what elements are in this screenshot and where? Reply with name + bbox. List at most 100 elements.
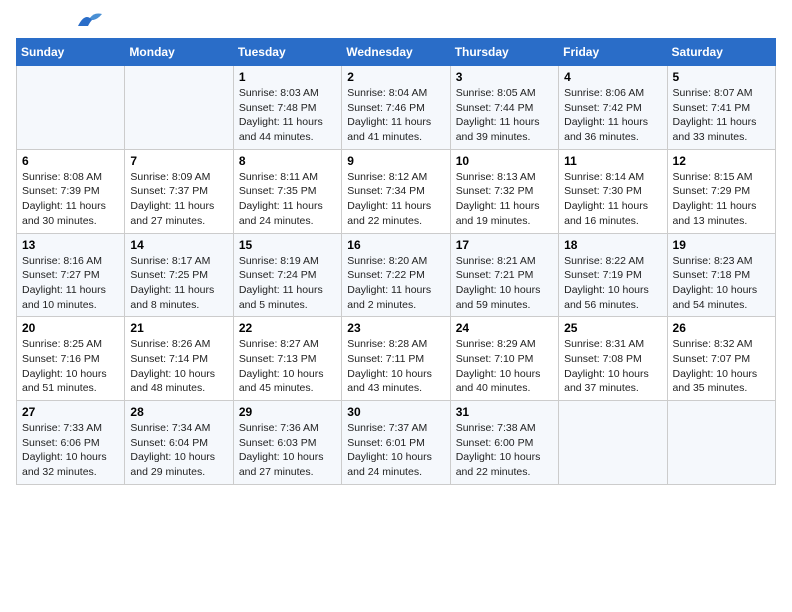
calendar-day-cell: 18 Sunrise: 8:22 AM Sunset: 7:19 PM Dayli… [559,233,667,317]
day-of-week-header: Saturday [667,39,775,66]
calendar-day-cell: 21Sunrise: 8:26 AM Sunset: 7:14 PM Dayli… [125,317,233,401]
day-number: 5 [673,70,770,84]
day-info: Sunrise: 8:31 AM Sunset: 7:08 PM Dayligh… [564,337,661,396]
day-info: Sunrise: 8:09 AM Sunset: 7:37 PM Dayligh… [130,170,227,229]
day-info: Sunrise: 8:23 AM Sunset: 7:18 PM Dayligh… [673,254,770,313]
day-of-week-header: Thursday [450,39,558,66]
day-number: 20 [22,321,119,335]
day-number: 16 [347,238,444,252]
calendar-day-cell: 20 Sunrise: 8:25 AM Sunset: 7:16 PM Dayli… [17,317,125,401]
day-number: 23 [347,321,444,335]
day-info: Sunrise: 8:17 AM Sunset: 7:25 PM Dayligh… [130,254,227,313]
day-info: Sunrise: 8:04 AM Sunset: 7:46 PM Dayligh… [347,86,444,145]
calendar-day-cell: 24Sunrise: 8:29 AM Sunset: 7:10 PM Dayli… [450,317,558,401]
day-of-week-header: Tuesday [233,39,341,66]
day-number: 19 [673,238,770,252]
day-number: 21 [130,321,227,335]
day-info: Sunrise: 7:33 AM Sunset: 6:06 PM Dayligh… [22,421,119,480]
calendar-day-cell: 15Sunrise: 8:19 AM Sunset: 7:24 PM Dayli… [233,233,341,317]
day-number: 8 [239,154,336,168]
day-info: Sunrise: 8:20 AM Sunset: 7:22 PM Dayligh… [347,254,444,313]
day-number: 17 [456,238,553,252]
calendar-day-cell [125,66,233,150]
calendar-day-cell: 14 Sunrise: 8:17 AM Sunset: 7:25 PM Dayli… [125,233,233,317]
day-number: 22 [239,321,336,335]
calendar-day-cell: 12Sunrise: 8:15 AM Sunset: 7:29 PM Dayli… [667,149,775,233]
day-number: 30 [347,405,444,419]
day-of-week-header: Sunday [17,39,125,66]
logo [16,16,104,26]
day-of-week-header: Wednesday [342,39,450,66]
day-info: Sunrise: 8:29 AM Sunset: 7:10 PM Dayligh… [456,337,553,396]
day-info: Sunrise: 8:08 AM Sunset: 7:39 PM Dayligh… [22,170,119,229]
day-info: Sunrise: 8:03 AM Sunset: 7:48 PM Dayligh… [239,86,336,145]
calendar-week-row: 27 Sunrise: 7:33 AM Sunset: 6:06 PM Dayli… [17,401,776,485]
day-info: Sunrise: 7:34 AM Sunset: 6:04 PM Dayligh… [130,421,227,480]
day-number: 1 [239,70,336,84]
day-info: Sunrise: 8:06 AM Sunset: 7:42 PM Dayligh… [564,86,661,145]
day-of-week-header: Monday [125,39,233,66]
calendar-day-cell: 17 Sunrise: 8:21 AM Sunset: 7:21 PM Dayli… [450,233,558,317]
calendar-day-cell: 6 Sunrise: 8:08 AM Sunset: 7:39 PM Daylig… [17,149,125,233]
calendar-week-row: 20 Sunrise: 8:25 AM Sunset: 7:16 PM Dayli… [17,317,776,401]
day-info: Sunrise: 8:32 AM Sunset: 7:07 PM Dayligh… [673,337,770,396]
day-number: 29 [239,405,336,419]
calendar-day-cell: 31 Sunrise: 7:38 AM Sunset: 6:00 PM Dayli… [450,401,558,485]
day-info: Sunrise: 8:12 AM Sunset: 7:34 PM Dayligh… [347,170,444,229]
day-info: Sunrise: 8:13 AM Sunset: 7:32 PM Dayligh… [456,170,553,229]
day-number: 7 [130,154,227,168]
calendar-day-cell: 5 Sunrise: 8:07 AM Sunset: 7:41 PM Daylig… [667,66,775,150]
day-of-week-header: Friday [559,39,667,66]
calendar-day-cell [667,401,775,485]
calendar-day-cell: 8 Sunrise: 8:11 AM Sunset: 7:35 PM Daylig… [233,149,341,233]
calendar-day-cell: 23 Sunrise: 8:28 AM Sunset: 7:11 PM Dayli… [342,317,450,401]
day-info: Sunrise: 8:22 AM Sunset: 7:19 PM Dayligh… [564,254,661,313]
day-number: 18 [564,238,661,252]
calendar-day-cell: 13Sunrise: 8:16 AM Sunset: 7:27 PM Dayli… [17,233,125,317]
calendar-week-row: 6 Sunrise: 8:08 AM Sunset: 7:39 PM Daylig… [17,149,776,233]
day-number: 9 [347,154,444,168]
calendar-day-cell: 3 Sunrise: 8:05 AM Sunset: 7:44 PM Daylig… [450,66,558,150]
day-number: 14 [130,238,227,252]
calendar-day-cell: 28 Sunrise: 7:34 AM Sunset: 6:04 PM Dayli… [125,401,233,485]
calendar-day-cell: 9 Sunrise: 8:12 AM Sunset: 7:34 PM Daylig… [342,149,450,233]
calendar-day-cell: 22 Sunrise: 8:27 AM Sunset: 7:13 PM Dayli… [233,317,341,401]
day-number: 10 [456,154,553,168]
calendar-day-cell: 10 Sunrise: 8:13 AM Sunset: 7:32 PM Dayli… [450,149,558,233]
calendar-day-cell: 19 Sunrise: 8:23 AM Sunset: 7:18 PM Dayli… [667,233,775,317]
calendar-day-cell: 7 Sunrise: 8:09 AM Sunset: 7:37 PM Daylig… [125,149,233,233]
calendar-week-row: 1 Sunrise: 8:03 AM Sunset: 7:48 PM Daylig… [17,66,776,150]
calendar-day-cell: 27 Sunrise: 7:33 AM Sunset: 6:06 PM Dayli… [17,401,125,485]
calendar-day-cell: 11 Sunrise: 8:14 AM Sunset: 7:30 PM Dayli… [559,149,667,233]
day-number: 28 [130,405,227,419]
day-info: Sunrise: 8:14 AM Sunset: 7:30 PM Dayligh… [564,170,661,229]
day-number: 6 [22,154,119,168]
calendar-day-cell: 1 Sunrise: 8:03 AM Sunset: 7:48 PM Daylig… [233,66,341,150]
calendar-day-cell [559,401,667,485]
day-info: Sunrise: 8:25 AM Sunset: 7:16 PM Dayligh… [22,337,119,396]
day-info: Sunrise: 7:37 AM Sunset: 6:01 PM Dayligh… [347,421,444,480]
calendar-day-cell [17,66,125,150]
day-number: 3 [456,70,553,84]
day-info: Sunrise: 7:38 AM Sunset: 6:00 PM Dayligh… [456,421,553,480]
calendar-header-row: SundayMondayTuesdayWednesdayThursdayFrid… [17,39,776,66]
day-number: 31 [456,405,553,419]
day-number: 27 [22,405,119,419]
day-number: 4 [564,70,661,84]
day-number: 11 [564,154,661,168]
day-info: Sunrise: 8:21 AM Sunset: 7:21 PM Dayligh… [456,254,553,313]
day-info: Sunrise: 8:27 AM Sunset: 7:13 PM Dayligh… [239,337,336,396]
day-info: Sunrise: 8:28 AM Sunset: 7:11 PM Dayligh… [347,337,444,396]
calendar-day-cell: 25Sunrise: 8:31 AM Sunset: 7:08 PM Dayli… [559,317,667,401]
logo-bird-icon [76,12,104,30]
page-header [16,16,776,26]
day-info: Sunrise: 8:11 AM Sunset: 7:35 PM Dayligh… [239,170,336,229]
calendar-day-cell: 26Sunrise: 8:32 AM Sunset: 7:07 PM Dayli… [667,317,775,401]
day-info: Sunrise: 8:05 AM Sunset: 7:44 PM Dayligh… [456,86,553,145]
calendar-day-cell: 2Sunrise: 8:04 AM Sunset: 7:46 PM Daylig… [342,66,450,150]
day-info: Sunrise: 8:07 AM Sunset: 7:41 PM Dayligh… [673,86,770,145]
day-info: Sunrise: 8:19 AM Sunset: 7:24 PM Dayligh… [239,254,336,313]
calendar-table: SundayMondayTuesdayWednesdayThursdayFrid… [16,38,776,485]
day-number: 13 [22,238,119,252]
calendar-day-cell: 16 Sunrise: 8:20 AM Sunset: 7:22 PM Dayli… [342,233,450,317]
